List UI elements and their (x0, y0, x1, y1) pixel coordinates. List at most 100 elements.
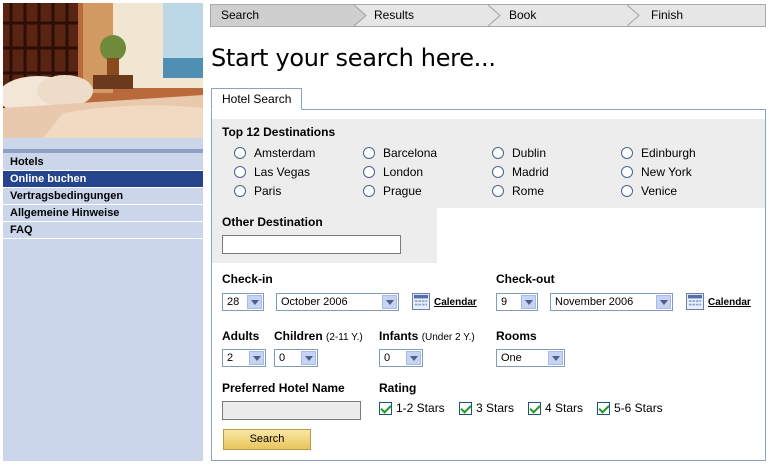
radio-circle[interactable] (234, 147, 246, 159)
select-value: November 2006 (555, 296, 634, 308)
destinations-title: Top 12 Destinations (222, 125, 336, 139)
radio-circle[interactable] (492, 166, 504, 178)
step-separator (488, 5, 501, 26)
radio-barcelona[interactable]: Barcelona (363, 146, 437, 160)
select-value: 0 (279, 352, 286, 364)
select-value: 0 (384, 352, 391, 364)
step-separator (627, 5, 640, 26)
select-value: October 2006 (281, 296, 348, 308)
step-results: Results (374, 8, 415, 22)
radio-rome[interactable]: Rome (492, 184, 544, 198)
hotel-name-input[interactable] (222, 401, 361, 420)
children-label: Children (2-11 Y.) (274, 329, 363, 343)
radio-venice[interactable]: Venice (621, 184, 677, 198)
radio-prague[interactable]: Prague (363, 184, 422, 198)
radio-madrid[interactable]: Madrid (492, 165, 549, 179)
chevron-down-icon[interactable] (249, 351, 264, 365)
radio-label: Rome (512, 184, 545, 198)
children-select[interactable]: 0 (274, 349, 318, 367)
select-value: 28 (227, 296, 240, 308)
sidebar-item-faq[interactable]: FAQ (3, 222, 203, 239)
checkbox-label: 5-6 Stars (614, 401, 663, 415)
checkbox-label: 3 Stars (476, 401, 515, 415)
infants-label-text: Infants (379, 329, 419, 343)
checkout-day-select[interactable]: 9 (496, 293, 538, 311)
radio-circle[interactable] (363, 185, 375, 197)
search-button[interactable]: Search (223, 429, 311, 450)
destinations-box: Top 12 Destinations Amsterdam Barcelona … (212, 119, 765, 208)
infants-label: Infants (Under 2 Y.) (379, 329, 475, 343)
sidebar-item-online-buchen[interactable]: Online buchen (3, 171, 203, 188)
rooms-select[interactable]: One (496, 349, 565, 367)
checkbox-checked[interactable] (528, 401, 541, 415)
rating-3-stars-checkbox[interactable]: 3 Stars (459, 401, 514, 415)
radio-las-vegas[interactable]: Las Vegas (234, 165, 310, 179)
other-destination-label: Other Destination (222, 215, 323, 229)
sidebar-item-hotels[interactable]: Hotels (3, 154, 203, 171)
hotel-search-panel: Top 12 Destinations Amsterdam Barcelona … (211, 109, 766, 461)
radio-label: London (383, 165, 424, 179)
radio-new-york[interactable]: New York (621, 165, 692, 179)
rating-4-stars-checkbox[interactable]: 4 Stars (528, 401, 583, 415)
rating-1-2-stars-checkbox[interactable]: 1-2 Stars (379, 401, 445, 415)
radio-circle[interactable] (363, 166, 375, 178)
checkout-month-select[interactable]: November 2006 (550, 293, 673, 311)
radio-circle[interactable] (621, 166, 633, 178)
chevron-down-icon[interactable] (382, 295, 397, 309)
step-finish: Finish (651, 8, 684, 22)
calendar-icon[interactable] (412, 293, 430, 310)
rating-5-6-stars-checkbox[interactable]: 5-6 Stars (597, 401, 663, 415)
radio-label: Prague (383, 184, 422, 198)
radio-edinburgh[interactable]: Edinburgh (621, 146, 696, 160)
checkin-month-select[interactable]: October 2006 (276, 293, 399, 311)
checkin-day-select[interactable]: 28 (222, 293, 264, 311)
radio-circle[interactable] (621, 185, 633, 197)
checkbox-checked[interactable] (597, 401, 610, 415)
radio-circle[interactable] (363, 147, 375, 159)
checkbox-label: 1-2 Stars (396, 401, 445, 415)
hotel-room-image (3, 3, 203, 138)
radio-label: Edinburgh (641, 146, 696, 160)
adults-select[interactable]: 2 (222, 349, 266, 367)
chevron-down-icon[interactable] (548, 351, 563, 365)
radio-london[interactable]: London (363, 165, 423, 179)
step-separator (354, 5, 367, 26)
checkbox-label: 4 Stars (545, 401, 584, 415)
checkbox-checked[interactable] (459, 401, 472, 415)
rooms-label: Rooms (496, 329, 537, 343)
select-value: 9 (501, 296, 508, 308)
radio-circle[interactable] (234, 166, 246, 178)
radio-dublin[interactable]: Dublin (492, 146, 546, 160)
other-destination-box: Other Destination (212, 208, 437, 263)
radio-label: Barcelona (383, 146, 438, 160)
radio-circle[interactable] (492, 185, 504, 197)
chevron-down-icon[interactable] (521, 295, 536, 309)
chevron-down-icon[interactable] (406, 351, 421, 365)
checkin-label: Check-in (222, 272, 273, 286)
chevron-down-icon[interactable] (247, 295, 262, 309)
hotel-name-label: Preferred Hotel Name (222, 381, 345, 395)
chevron-down-icon[interactable] (656, 295, 671, 309)
radio-label: Dublin (512, 146, 547, 160)
progress-steps: Search Results Book Finish (210, 4, 766, 27)
infants-select[interactable]: 0 (379, 349, 423, 367)
other-destination-input[interactable] (222, 235, 401, 254)
sidebar-nav: Hotels Online buchen Vertragsbedingungen… (3, 154, 203, 239)
calendar-icon[interactable] (686, 293, 704, 310)
radio-circle[interactable] (234, 185, 246, 197)
sidebar-item-vertragsbedingungen[interactable]: Vertragsbedingungen (3, 188, 203, 205)
radio-circle[interactable] (492, 147, 504, 159)
tab-hotel-search[interactable]: Hotel Search (211, 88, 303, 110)
radio-label: New York (641, 165, 692, 179)
radio-paris[interactable]: Paris (234, 184, 281, 198)
checkbox-checked[interactable] (379, 401, 392, 415)
sidebar-item-allgemeine-hinweise[interactable]: Allgemeine Hinweise (3, 205, 203, 222)
radio-amsterdam[interactable]: Amsterdam (234, 146, 315, 160)
select-value: One (501, 352, 522, 364)
chevron-down-icon[interactable] (301, 351, 316, 365)
checkin-calendar-link[interactable]: Calendar (434, 297, 477, 308)
page-title: Start your search here... (211, 44, 496, 72)
checkout-calendar-link[interactable]: Calendar (708, 297, 751, 308)
radio-circle[interactable] (621, 147, 633, 159)
rating-label: Rating (379, 381, 417, 395)
